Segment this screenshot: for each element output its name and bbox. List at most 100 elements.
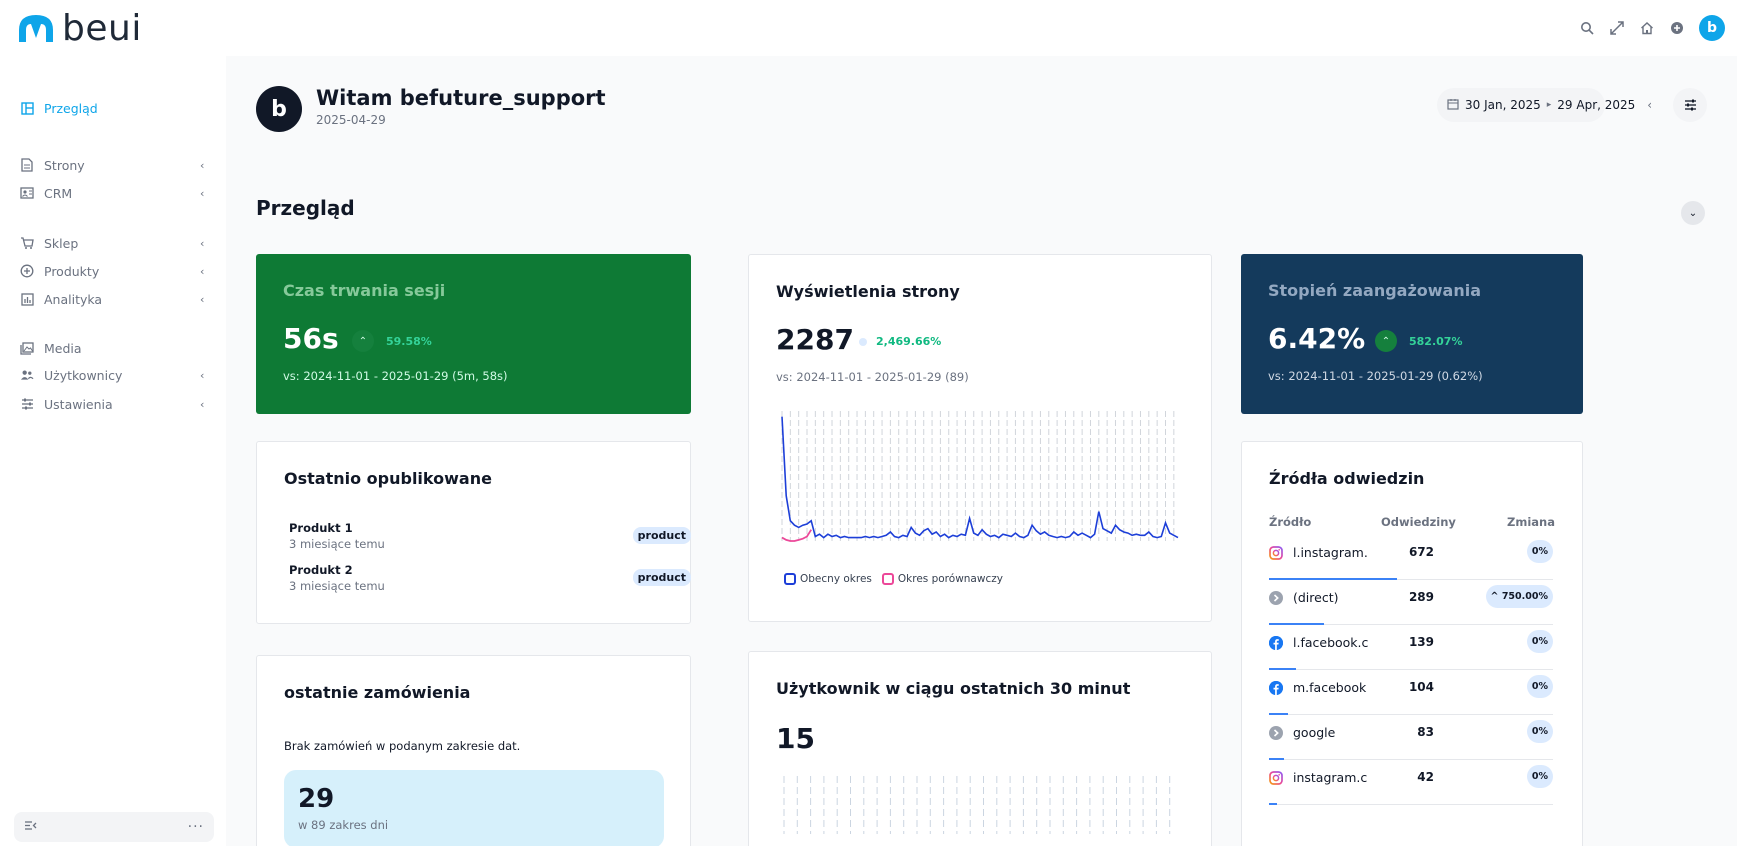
chevron-left-icon: ‹ [200, 158, 205, 172]
page-icon [20, 158, 34, 172]
change-badge: 0% [1526, 765, 1553, 788]
search-icon[interactable] [1579, 20, 1595, 36]
profile-avatar: b [256, 86, 302, 132]
table-row[interactable]: instagram.c 42 0% [1269, 763, 1553, 808]
date-range-picker[interactable]: 30 Jan, 2025 ▸ 29 Apr, 2025 ‹ [1437, 88, 1652, 122]
collapse-sidebar-icon[interactable] [24, 820, 37, 834]
item-time: 3 miesiące temu [289, 579, 385, 593]
kpi-title: Stopień zaangażowania [1268, 281, 1482, 300]
dashboard-icon [20, 101, 34, 115]
sidebar-item-sklep[interactable]: Sklep ‹ [20, 232, 210, 254]
date-from: 30 Jan, 2025 [1465, 98, 1541, 112]
users-icon [20, 368, 34, 382]
plus-circle-icon [20, 264, 34, 278]
share-bar [1269, 578, 1397, 580]
orders-count: 29 [298, 784, 335, 814]
more-icon[interactable]: ··· [188, 819, 204, 835]
card-title: Wyświetlenia strony [776, 282, 960, 301]
legend-item-current[interactable]: Obecny okres [784, 573, 872, 585]
source-name: l.facebook.c [1293, 635, 1369, 650]
kpi-comparison: vs: 2024-11-01 - 2025-01-29 (0.62%) [1268, 369, 1483, 383]
table-row[interactable]: (direct) 289 ^ 750.00% [1269, 583, 1553, 628]
add-circle-icon[interactable] [1669, 20, 1685, 36]
legend-item-compare[interactable]: Okres porównawczy [881, 573, 1003, 585]
sidebar-item-label: Produkty [44, 263, 100, 279]
bar-chart-icon [20, 292, 34, 306]
sidebar-item-crm[interactable]: CRM ‹ [20, 182, 210, 204]
sidebar-item-strony[interactable]: Strony ‹ [20, 154, 210, 176]
card-title: Źródła odwiedzin [1269, 469, 1425, 488]
sidebar-item-przeglad[interactable]: Przegląd [20, 97, 210, 119]
sidebar-item-label: Użytkownicy [44, 367, 123, 383]
chart-legend: Obecny okres Okres porównawczy [784, 573, 1003, 585]
table-row[interactable]: google 83 0% [1269, 718, 1553, 763]
kpi-change: 582.07% [1409, 335, 1463, 348]
source-visits: 289 [1408, 590, 1434, 604]
legend-label: Obecny okres [800, 573, 872, 585]
direct-icon [1269, 591, 1283, 605]
row-divider [1269, 804, 1553, 805]
change-badge: 0% [1526, 675, 1553, 698]
list-item[interactable]: Produkt 1 3 miesiące temu product [289, 521, 691, 555]
sidebar-item-analityka[interactable]: Analityka ‹ [20, 288, 210, 310]
type-badge: product [632, 527, 691, 544]
sidebar-footer: ··· [14, 812, 214, 842]
sidebar-item-ustawienia[interactable]: Ustawienia ‹ [20, 393, 210, 415]
current-date: 2025-04-29 [316, 113, 386, 127]
app-name: beui [62, 7, 142, 49]
trend-up-icon: ⌃ [352, 330, 374, 352]
sliders-icon [20, 397, 34, 411]
chevron-down-icon[interactable]: ⌄ [1681, 201, 1705, 225]
user-avatar[interactable]: b [1699, 15, 1725, 41]
kpi-title: Czas trwania sesji [283, 281, 446, 300]
change-badge: 0% [1526, 630, 1553, 653]
chevron-left-icon: ‹ [200, 264, 205, 278]
filter-button[interactable] [1673, 88, 1707, 122]
active-users-bar-chart [783, 776, 1171, 834]
kpi-value: 6.42% [1268, 322, 1366, 355]
change-badge: 0% [1526, 540, 1553, 563]
main-content: b Witam befuture_support 2025-04-29 30 J… [226, 56, 1737, 846]
empty-state-text: Brak zamówień w podanym zakresie dat. [284, 739, 521, 753]
orders-summary: 29 w 89 zakres dni [284, 770, 664, 846]
source-visits: 42 [1417, 770, 1434, 784]
share-bar [1269, 668, 1296, 670]
trend-up-icon: ⌃ [1375, 330, 1397, 352]
table-row[interactable]: m.facebook 104 0% [1269, 673, 1553, 718]
orders-count-sub: w 89 zakres dni [298, 818, 389, 832]
list-item[interactable]: Produkt 2 3 miesiące temu product [289, 563, 691, 597]
contact-card-icon [20, 186, 34, 200]
table-row[interactable]: l.instagram. 672 0% [1269, 538, 1553, 583]
home-icon[interactable] [1639, 20, 1655, 36]
row-divider [1269, 759, 1553, 760]
item-time: 3 miesiące temu [289, 537, 385, 551]
table-row[interactable]: l.facebook.c 139 0% [1269, 628, 1553, 673]
series-line-current [781, 416, 1179, 539]
logo[interactable]: beui [16, 8, 142, 49]
kpi-session-duration-card: Czas trwania sesji 56s ⌃ 59.58% vs: 2024… [256, 254, 691, 414]
sidebar-item-produkty[interactable]: Produkty ‹ [20, 260, 210, 282]
kpi-engagement-card: Stopień zaangażowania 6.42% ⌃ 582.07% vs… [1241, 254, 1583, 414]
card-title: Ostatnio opublikowane [284, 469, 492, 488]
page-views-card: Wyświetlenia strony 2287 2,469.66% vs: 2… [748, 254, 1212, 622]
source-name: google [1293, 725, 1336, 740]
type-badge: product [632, 569, 691, 586]
facebook-icon [1269, 681, 1283, 695]
chevron-left-icon: ‹ [200, 292, 205, 306]
sidebar-item-label: Analityka [44, 291, 103, 307]
source-name: instagram.c [1293, 770, 1368, 785]
legend-label: Okres porównawczy [897, 573, 1003, 585]
sidebar-item-uzytkownicy[interactable]: Użytkownicy ‹ [20, 364, 210, 386]
beui-logo-icon [19, 15, 53, 42]
item-name: Produkt 2 [289, 563, 353, 577]
calendar-icon [1447, 98, 1459, 113]
date-to: 29 Apr, 2025 [1557, 98, 1636, 112]
fullscreen-icon[interactable] [1609, 20, 1625, 36]
source-name: m.facebook [1293, 680, 1367, 695]
kpi-comparison: vs: 2024-11-01 - 2025-01-29 (89) [776, 370, 969, 384]
recently-published-card: Ostatnio opublikowane Produkt 1 3 miesią… [256, 441, 691, 624]
share-bar [1269, 758, 1284, 760]
sidebar-item-media[interactable]: Media [20, 337, 210, 359]
recent-orders-card: ostatnie zamówienia Brak zamówień w poda… [256, 655, 691, 846]
source-name: l.instagram. [1293, 545, 1368, 560]
